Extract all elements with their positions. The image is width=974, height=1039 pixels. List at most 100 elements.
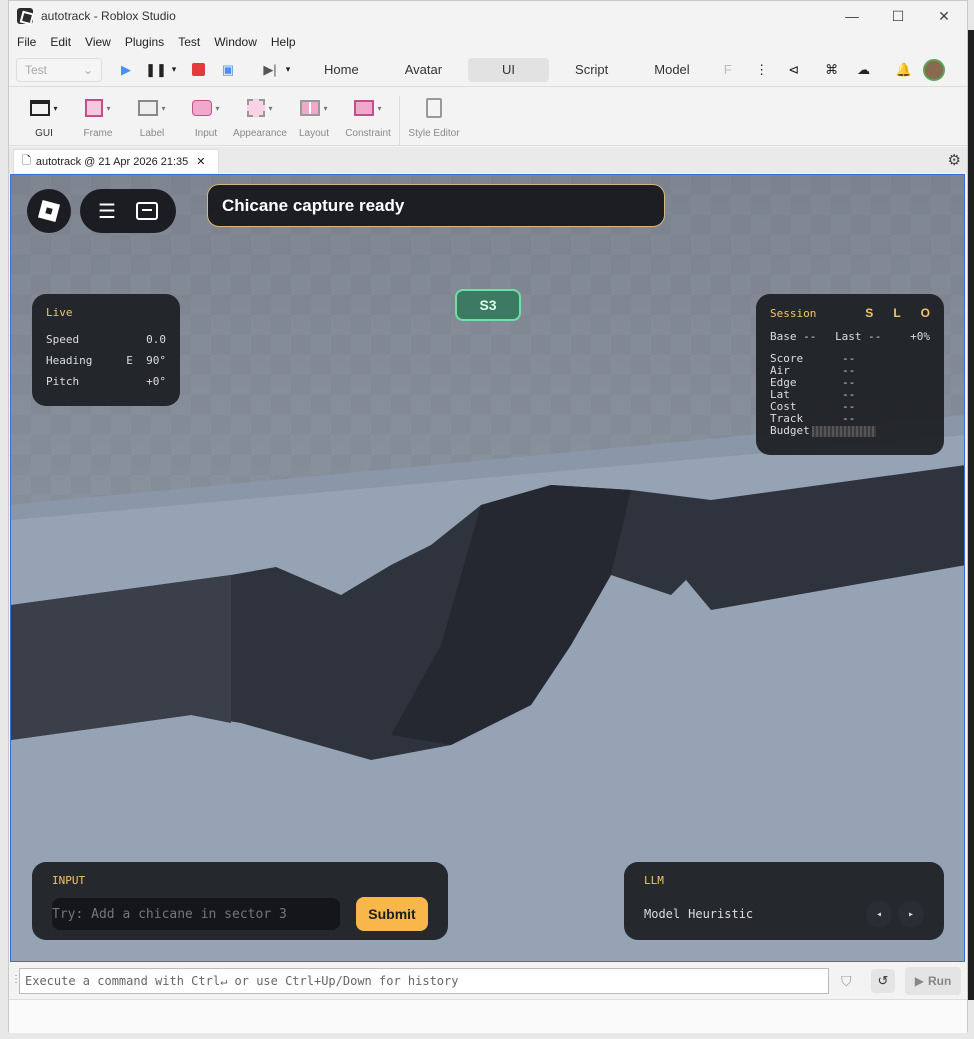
run-play-icon: ▶ bbox=[914, 974, 924, 988]
tool-input-label: Input bbox=[194, 128, 218, 139]
tab-model[interactable]: Model bbox=[634, 58, 709, 82]
bookmark-icon[interactable]: ⛉ bbox=[841, 973, 852, 990]
ribbon-divider bbox=[399, 96, 400, 146]
menu-view[interactable]: View bbox=[85, 35, 111, 49]
test-mode-value: Test bbox=[25, 62, 48, 77]
run-button[interactable]: ▶ Run bbox=[905, 967, 961, 995]
menu-edit[interactable]: Edit bbox=[50, 35, 71, 49]
live-speed-value: 0.0 bbox=[146, 333, 166, 346]
maximize-button[interactable]: ☐ bbox=[875, 1, 921, 31]
live-row: Pitch +0° bbox=[46, 375, 166, 388]
menu-file[interactable]: File bbox=[17, 35, 36, 49]
document-icon: 🗋 bbox=[22, 155, 31, 167]
metric-row: Budget bbox=[770, 425, 930, 437]
tool-gui[interactable]: ▾ GUI bbox=[17, 96, 71, 139]
hamburger-menu-icon[interactable]: ☰ bbox=[98, 199, 116, 224]
tool-frame-label: Frame bbox=[83, 128, 113, 139]
roblox-menu-button[interactable] bbox=[27, 189, 71, 233]
live-speed-label: Speed bbox=[46, 333, 80, 346]
tool-label[interactable]: ▾ Label bbox=[125, 96, 179, 139]
tool-label-label: Label bbox=[139, 128, 165, 139]
tool-input[interactable]: ▾ Input bbox=[179, 96, 233, 139]
game-viewport[interactable]: ☰ Chicane capture ready S3 Live Speed 0.… bbox=[10, 174, 965, 962]
collaborate-icon[interactable]: ⌘ bbox=[820, 58, 844, 82]
session-delta: +0% bbox=[910, 330, 930, 343]
style-editor-icon bbox=[418, 96, 450, 120]
tab-ui[interactable]: UI bbox=[468, 57, 550, 82]
menu-test[interactable]: Test bbox=[178, 35, 200, 49]
image-label-icon: ▾ bbox=[136, 96, 168, 120]
tool-constraint[interactable]: ▾ Constraint bbox=[341, 96, 395, 139]
share-icon[interactable]: ⊲ bbox=[782, 58, 806, 82]
live-row: Speed 0.0 bbox=[46, 333, 166, 346]
pause-icon[interactable]: ❚❚ bbox=[144, 58, 168, 82]
llm-next-button[interactable]: ▸ bbox=[898, 901, 924, 927]
tool-layout[interactable]: ▾ Layout bbox=[287, 96, 341, 139]
session-load-button[interactable]: L bbox=[893, 306, 900, 320]
menu-help[interactable]: Help bbox=[271, 35, 296, 49]
menu-window[interactable]: Window bbox=[214, 35, 257, 49]
constraint-icon: ▾ bbox=[352, 96, 384, 120]
roblox-studio-logo-icon bbox=[17, 8, 33, 24]
tab-home[interactable]: Home bbox=[304, 58, 379, 82]
stop-icon[interactable] bbox=[186, 58, 210, 82]
doc-tab-autotrack[interactable]: 🗋 autotrack @ 21 Apr 2026 21:35 ✕ bbox=[13, 149, 219, 173]
tab-avatar[interactable]: Avatar bbox=[385, 58, 462, 82]
close-tab-icon[interactable]: ✕ bbox=[196, 155, 205, 168]
live-pitch-value: +0° bbox=[146, 375, 166, 388]
command-input[interactable]: Execute a command with Ctrl↵ or use Ctrl… bbox=[19, 968, 829, 994]
style-editor-label: Style Editor bbox=[408, 128, 460, 139]
settings-gear-icon[interactable]: ⚙ bbox=[948, 151, 961, 169]
studio-window: autotrack - Roblox Studio — ☐ ✕ File Edi… bbox=[8, 0, 968, 1033]
step-icon[interactable]: ▶| bbox=[258, 58, 282, 82]
live-heading-label: Heading bbox=[46, 354, 93, 367]
close-window-button[interactable]: ✕ bbox=[921, 1, 967, 31]
caret-down-icon[interactable]: ▾ bbox=[282, 58, 294, 82]
gui-icon: ▾ bbox=[28, 96, 60, 120]
tab-overflow[interactable]: F bbox=[716, 58, 740, 82]
right-edge-panel bbox=[968, 30, 974, 1000]
tool-style-editor[interactable]: Style Editor bbox=[404, 96, 464, 139]
ribbon: ▾ GUI ▾ Frame ▾ Label ▾ Input ▾ Appearan… bbox=[9, 88, 967, 146]
test-mode-select[interactable]: Test ⌄ bbox=[16, 57, 102, 82]
banner-text: Chicane capture ready bbox=[222, 195, 405, 215]
live-heading-value: E 90° bbox=[126, 354, 166, 367]
menu-plugins[interactable]: Plugins bbox=[125, 35, 164, 49]
run-label: Run bbox=[927, 974, 952, 988]
live-panel: Live Speed 0.0 Heading E 90° Pitch +0° bbox=[32, 294, 180, 406]
document-tab-bar: 🗋 autotrack @ 21 Apr 2026 21:35 ✕ ⚙ bbox=[9, 147, 967, 173]
play-icon[interactable]: ▶ bbox=[114, 58, 138, 82]
session-save-button[interactable]: S bbox=[865, 306, 873, 320]
tool-gui-label: GUI bbox=[35, 128, 53, 139]
cloud-icon[interactable]: ☁ bbox=[852, 58, 876, 82]
input-title: INPUT bbox=[52, 874, 86, 887]
chevron-down-icon: ⌄ bbox=[82, 62, 93, 77]
metric-track-value: -- bbox=[842, 412, 856, 425]
caret-down-icon[interactable]: ▾ bbox=[168, 58, 180, 82]
prompt-input[interactable] bbox=[52, 898, 340, 930]
submit-button[interactable]: Submit bbox=[356, 897, 428, 931]
status-banner: Chicane capture ready bbox=[207, 184, 665, 227]
chat-icon[interactable] bbox=[135, 202, 158, 220]
session-options-button[interactable]: O bbox=[921, 306, 930, 320]
main-toolbar: Test ⌄ ▶ ❚❚ ▾ ▣ ▶| ▾ Home Avatar UI Scri… bbox=[9, 53, 967, 87]
tab-script[interactable]: Script bbox=[555, 58, 628, 82]
notification-bell-icon[interactable]: 🔔 bbox=[892, 58, 916, 82]
session-last: Last -- bbox=[835, 330, 882, 343]
avatar[interactable] bbox=[922, 58, 946, 82]
more-vertical-icon[interactable]: ⋮ bbox=[750, 58, 774, 82]
llm-prev-button[interactable]: ◂ bbox=[866, 901, 892, 927]
live-row: Heading E 90° bbox=[46, 354, 166, 367]
session-base: Base -- bbox=[770, 330, 817, 343]
llm-model-label: Model bbox=[644, 907, 681, 921]
history-icon[interactable]: ↺ bbox=[871, 969, 895, 993]
tool-appearance[interactable]: ▾ Appearance bbox=[233, 96, 287, 139]
budget-bar bbox=[812, 425, 876, 437]
doc-tab-label: autotrack @ 21 Apr 2026 21:35 bbox=[35, 155, 189, 168]
minimize-button[interactable]: — bbox=[829, 1, 875, 31]
topbar-pill: ☰ bbox=[80, 189, 176, 233]
tool-frame[interactable]: ▾ Frame bbox=[71, 96, 125, 139]
layout-icon: ▾ bbox=[298, 96, 330, 120]
window-title: autotrack - Roblox Studio bbox=[41, 9, 176, 23]
monitor-icon[interactable]: ▣ bbox=[216, 58, 240, 82]
